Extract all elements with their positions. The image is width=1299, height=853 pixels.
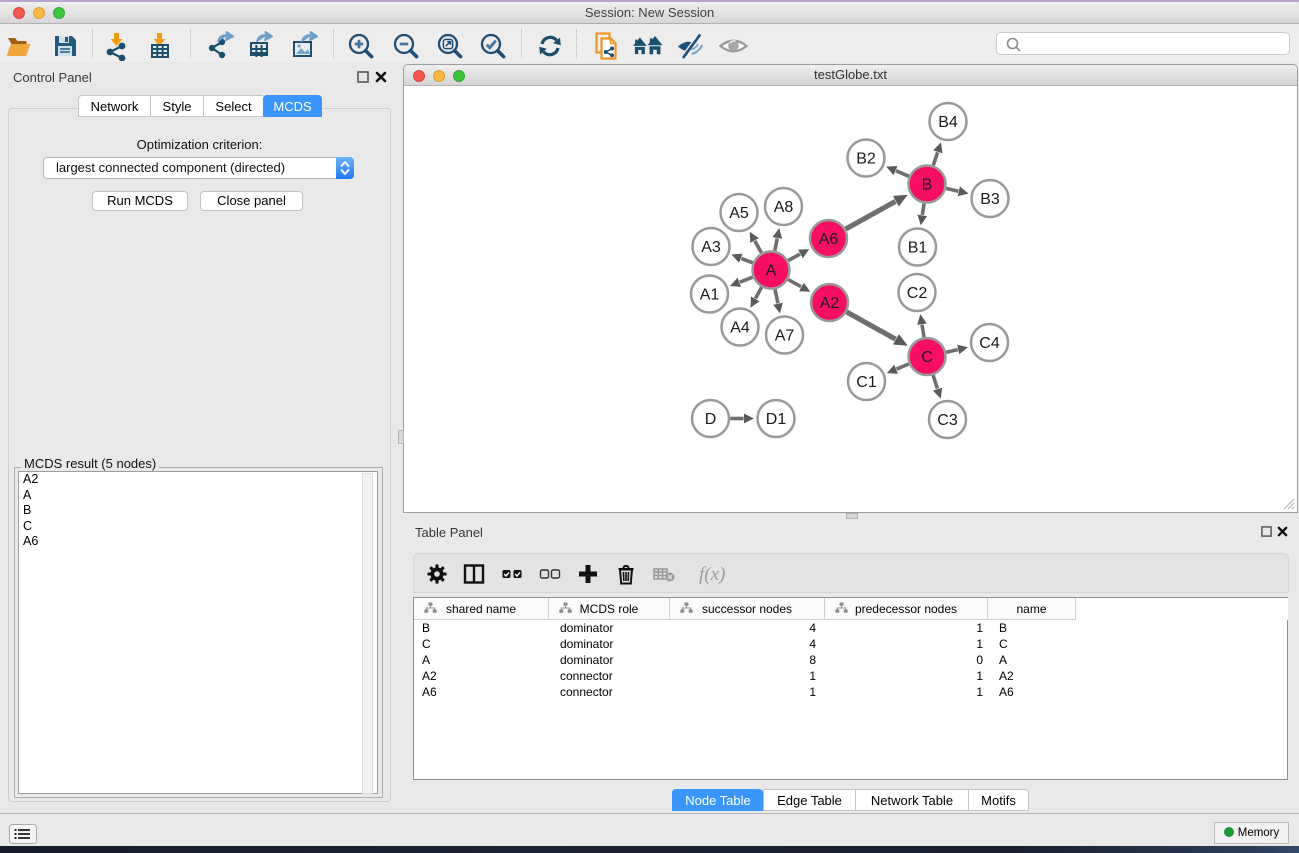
svg-text:D: D	[705, 411, 717, 428]
svg-text:C4: C4	[979, 335, 1000, 352]
svg-text:A4: A4	[730, 320, 750, 337]
svg-text:B1: B1	[908, 240, 928, 257]
svg-text:C3: C3	[937, 412, 958, 429]
svg-text:B2: B2	[856, 151, 876, 168]
svg-text:f(x): f(x)	[699, 564, 725, 585]
svg-text:A6: A6	[819, 231, 839, 248]
svg-text:A8: A8	[774, 199, 794, 216]
svg-text:B3: B3	[980, 191, 1000, 208]
svg-text:A5: A5	[729, 205, 749, 222]
svg-text:B: B	[922, 177, 933, 194]
svg-text:B4: B4	[938, 114, 958, 131]
svg-text:A7: A7	[775, 328, 795, 345]
svg-text:C: C	[921, 349, 933, 366]
svg-text:A: A	[766, 263, 777, 280]
svg-text:A3: A3	[701, 239, 721, 256]
svg-text:A1: A1	[700, 287, 720, 304]
svg-text:D1: D1	[766, 411, 787, 428]
svg-text:C1: C1	[856, 374, 877, 391]
svg-text:C2: C2	[907, 285, 928, 302]
svg-text:A2: A2	[820, 295, 840, 312]
